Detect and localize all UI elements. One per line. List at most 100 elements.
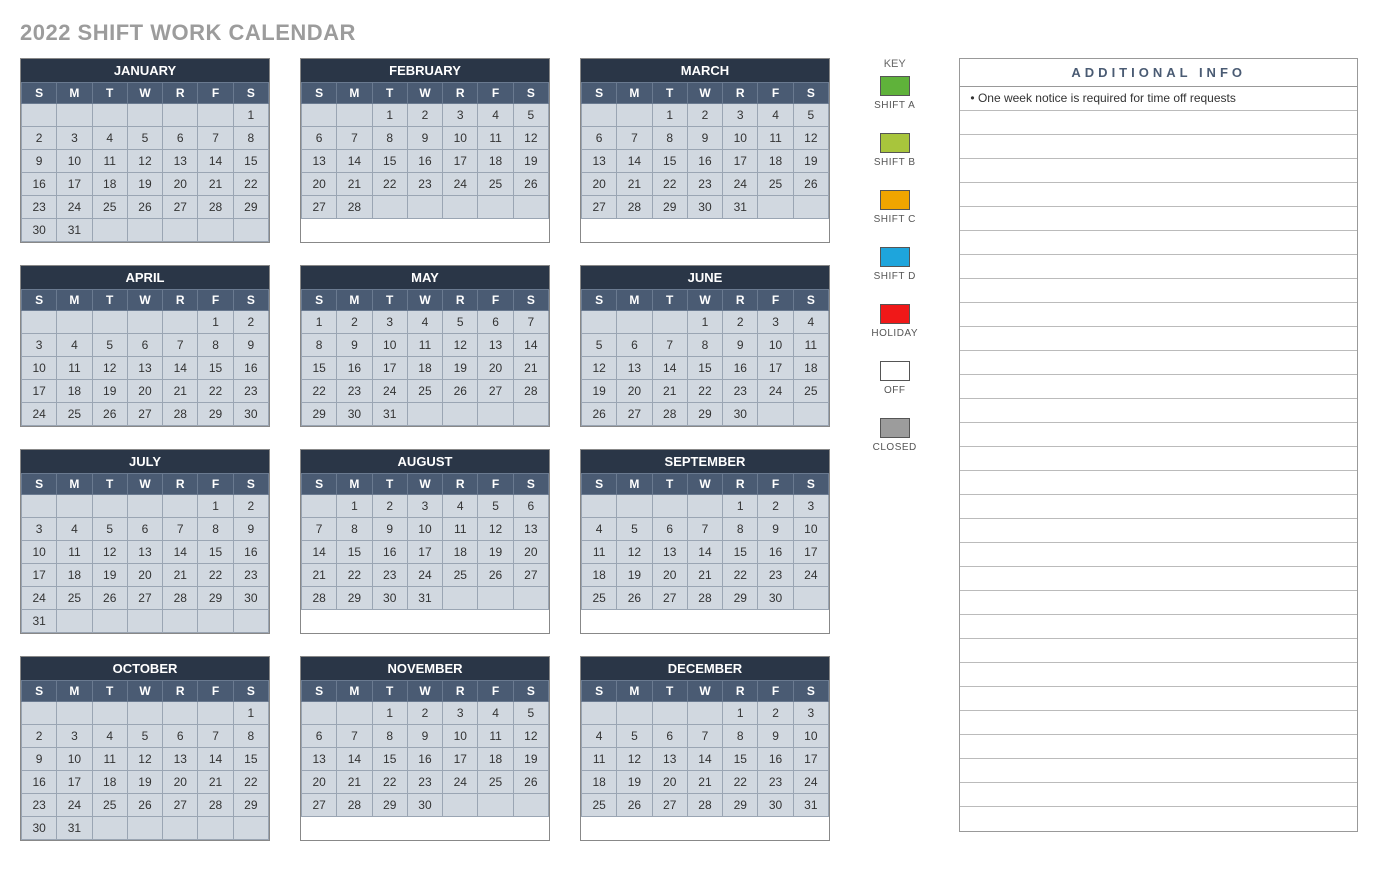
day-cell[interactable] bbox=[127, 610, 162, 633]
day-cell[interactable]: 18 bbox=[793, 357, 828, 380]
day-cell[interactable]: 3 bbox=[372, 311, 407, 334]
day-cell[interactable]: 30 bbox=[758, 587, 793, 610]
day-cell[interactable]: 9 bbox=[723, 334, 758, 357]
info-row[interactable] bbox=[960, 615, 1357, 639]
day-cell[interactable]: 6 bbox=[302, 725, 337, 748]
day-cell[interactable] bbox=[582, 495, 617, 518]
day-cell[interactable]: 31 bbox=[407, 587, 442, 610]
day-cell[interactable]: 4 bbox=[57, 518, 92, 541]
day-cell[interactable]: 23 bbox=[22, 196, 57, 219]
day-cell[interactable]: 17 bbox=[57, 771, 92, 794]
day-cell[interactable]: 11 bbox=[443, 518, 478, 541]
day-cell[interactable]: 28 bbox=[198, 196, 233, 219]
day-cell[interactable]: 26 bbox=[582, 403, 617, 426]
day-cell[interactable]: 12 bbox=[793, 127, 828, 150]
day-cell[interactable]: 16 bbox=[758, 748, 793, 771]
day-cell[interactable] bbox=[443, 403, 478, 426]
day-cell[interactable]: 7 bbox=[198, 725, 233, 748]
day-cell[interactable]: 14 bbox=[302, 541, 337, 564]
day-cell[interactable]: 1 bbox=[723, 702, 758, 725]
day-cell[interactable]: 29 bbox=[652, 196, 687, 219]
day-cell[interactable]: 12 bbox=[127, 748, 162, 771]
day-cell[interactable]: 29 bbox=[302, 403, 337, 426]
day-cell[interactable] bbox=[513, 403, 548, 426]
info-row[interactable] bbox=[960, 591, 1357, 615]
day-cell[interactable] bbox=[443, 794, 478, 817]
day-cell[interactable]: 11 bbox=[758, 127, 793, 150]
day-cell[interactable] bbox=[57, 702, 92, 725]
day-cell[interactable] bbox=[513, 587, 548, 610]
day-cell[interactable]: 11 bbox=[478, 127, 513, 150]
day-cell[interactable]: 3 bbox=[443, 702, 478, 725]
day-cell[interactable]: 1 bbox=[723, 495, 758, 518]
day-cell[interactable]: 18 bbox=[582, 771, 617, 794]
day-cell[interactable]: 4 bbox=[443, 495, 478, 518]
day-cell[interactable]: 13 bbox=[163, 748, 198, 771]
day-cell[interactable] bbox=[758, 196, 793, 219]
day-cell[interactable]: 1 bbox=[372, 104, 407, 127]
day-cell[interactable]: 10 bbox=[443, 725, 478, 748]
day-cell[interactable] bbox=[163, 610, 198, 633]
day-cell[interactable]: 9 bbox=[233, 518, 268, 541]
day-cell[interactable]: 12 bbox=[127, 150, 162, 173]
day-cell[interactable]: 17 bbox=[723, 150, 758, 173]
day-cell[interactable]: 5 bbox=[793, 104, 828, 127]
day-cell[interactable]: 20 bbox=[127, 564, 162, 587]
day-cell[interactable]: 1 bbox=[233, 702, 268, 725]
day-cell[interactable]: 27 bbox=[652, 587, 687, 610]
day-cell[interactable]: 6 bbox=[652, 518, 687, 541]
day-cell[interactable]: 27 bbox=[513, 564, 548, 587]
day-cell[interactable]: 26 bbox=[92, 403, 127, 426]
day-cell[interactable]: 23 bbox=[687, 173, 722, 196]
day-cell[interactable]: 25 bbox=[478, 173, 513, 196]
day-cell[interactable]: 3 bbox=[723, 104, 758, 127]
info-row[interactable] bbox=[960, 327, 1357, 351]
day-cell[interactable]: 8 bbox=[233, 725, 268, 748]
day-cell[interactable]: 13 bbox=[163, 150, 198, 173]
day-cell[interactable]: 30 bbox=[22, 219, 57, 242]
day-cell[interactable] bbox=[337, 104, 372, 127]
day-cell[interactable] bbox=[198, 104, 233, 127]
day-cell[interactable]: 5 bbox=[443, 311, 478, 334]
day-cell[interactable] bbox=[92, 219, 127, 242]
day-cell[interactable]: 30 bbox=[372, 587, 407, 610]
day-cell[interactable] bbox=[22, 311, 57, 334]
day-cell[interactable]: 15 bbox=[198, 357, 233, 380]
day-cell[interactable] bbox=[163, 219, 198, 242]
day-cell[interactable]: 13 bbox=[652, 748, 687, 771]
day-cell[interactable]: 22 bbox=[723, 771, 758, 794]
day-cell[interactable]: 25 bbox=[793, 380, 828, 403]
day-cell[interactable]: 27 bbox=[127, 403, 162, 426]
day-cell[interactable] bbox=[92, 610, 127, 633]
day-cell[interactable]: 14 bbox=[198, 748, 233, 771]
day-cell[interactable]: 10 bbox=[793, 725, 828, 748]
day-cell[interactable] bbox=[198, 219, 233, 242]
day-cell[interactable]: 10 bbox=[372, 334, 407, 357]
day-cell[interactable] bbox=[233, 817, 268, 840]
day-cell[interactable] bbox=[337, 702, 372, 725]
day-cell[interactable]: 7 bbox=[652, 334, 687, 357]
day-cell[interactable] bbox=[92, 702, 127, 725]
day-cell[interactable]: 15 bbox=[723, 541, 758, 564]
day-cell[interactable]: 20 bbox=[652, 564, 687, 587]
day-cell[interactable]: 4 bbox=[92, 725, 127, 748]
day-cell[interactable] bbox=[617, 495, 652, 518]
day-cell[interactable]: 9 bbox=[22, 150, 57, 173]
day-cell[interactable]: 7 bbox=[163, 518, 198, 541]
day-cell[interactable]: 4 bbox=[57, 334, 92, 357]
day-cell[interactable]: 15 bbox=[687, 357, 722, 380]
day-cell[interactable]: 13 bbox=[127, 541, 162, 564]
day-cell[interactable]: 14 bbox=[687, 748, 722, 771]
day-cell[interactable]: 14 bbox=[337, 150, 372, 173]
day-cell[interactable]: 17 bbox=[407, 541, 442, 564]
day-cell[interactable]: 17 bbox=[758, 357, 793, 380]
day-cell[interactable]: 17 bbox=[443, 150, 478, 173]
day-cell[interactable]: 24 bbox=[793, 564, 828, 587]
day-cell[interactable]: 22 bbox=[723, 564, 758, 587]
day-cell[interactable]: 8 bbox=[372, 127, 407, 150]
day-cell[interactable]: 28 bbox=[337, 794, 372, 817]
day-cell[interactable]: 14 bbox=[687, 541, 722, 564]
info-row[interactable] bbox=[960, 159, 1357, 183]
day-cell[interactable]: 13 bbox=[302, 150, 337, 173]
day-cell[interactable]: 17 bbox=[57, 173, 92, 196]
